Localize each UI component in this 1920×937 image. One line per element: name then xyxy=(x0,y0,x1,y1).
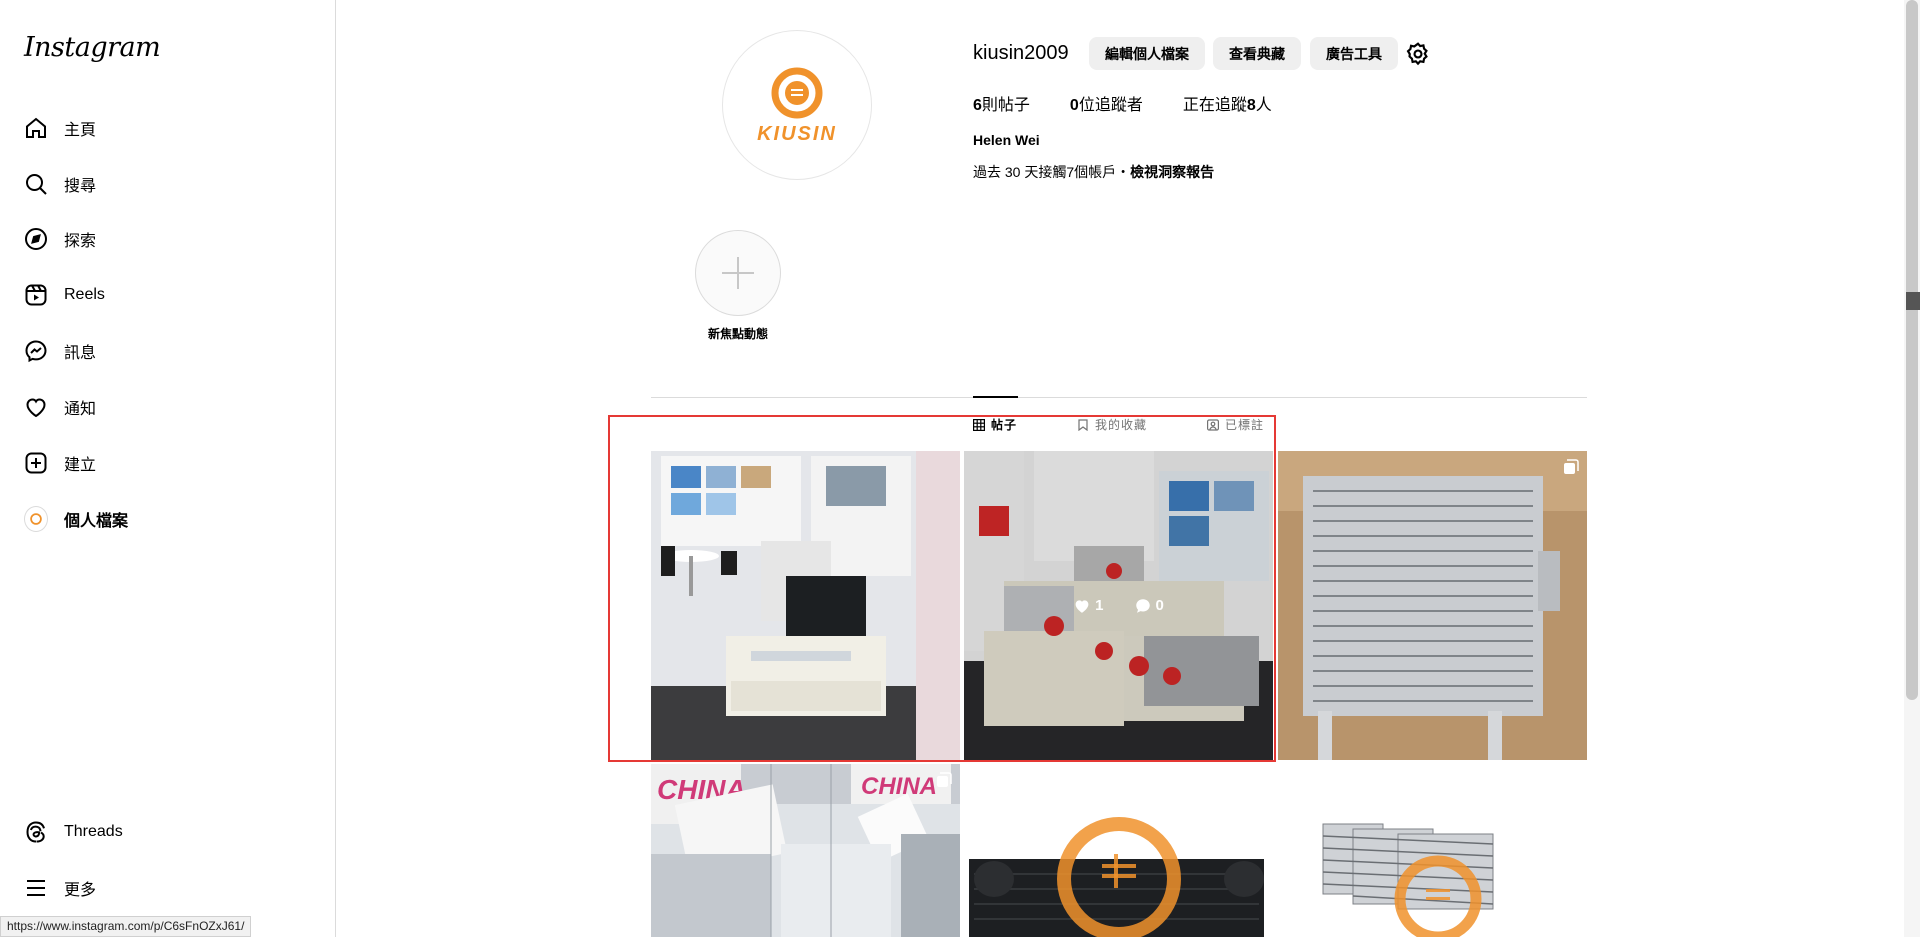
comments-count: 0 xyxy=(1134,597,1164,615)
sidebar-item-threads[interactable]: Threads xyxy=(12,808,322,856)
profile-stats: 6則帖子 0位追蹤者 正在追蹤8人 xyxy=(973,91,1272,115)
likes-count: 1 xyxy=(1073,597,1104,615)
tab-tagged[interactable]: 已標註 xyxy=(1207,416,1264,433)
search-icon xyxy=(24,172,48,196)
post-thumbnail[interactable] xyxy=(651,451,960,760)
home-icon xyxy=(24,116,48,140)
instagram-logo[interactable]: Instagram xyxy=(24,32,161,63)
sidebar-item-label: Reels xyxy=(64,286,105,303)
post-thumbnail[interactable]: 1 0 xyxy=(964,451,1273,760)
following-stat[interactable]: 正在追蹤8人 xyxy=(1183,91,1272,115)
kiusin-logo-icon xyxy=(771,67,823,118)
scrollbar-thumb[interactable] xyxy=(1906,0,1918,700)
sidebar-item-label: 主頁 xyxy=(64,122,97,139)
sidebar-item-label: 個人檔案 xyxy=(64,513,129,530)
sidebar-item-label: 通知 xyxy=(64,401,97,418)
sidebar-item-label: 建立 xyxy=(64,457,97,474)
sidebar-item-explore[interactable]: 探索 xyxy=(12,215,322,263)
threads-icon xyxy=(24,820,48,844)
posts-count-stat: 6則帖子 xyxy=(973,97,1030,114)
insights-summary: 過去 30 天接觸7個帳戶・檢視洞察報告 xyxy=(973,164,1215,180)
plus-square-icon xyxy=(24,451,48,475)
post-image xyxy=(1278,764,1587,937)
sidebar-item-profile[interactable]: 個人檔案 xyxy=(12,495,322,543)
settings-gear-icon[interactable] xyxy=(1404,40,1432,68)
post-thumbnail[interactable] xyxy=(964,764,1273,937)
comment-filled-icon xyxy=(1135,598,1150,613)
profile-avatar-icon xyxy=(24,506,48,532)
messenger-icon xyxy=(24,339,48,363)
sidebar-item-label: 搜尋 xyxy=(64,178,97,195)
post-hover-overlay: 1 0 xyxy=(964,451,1273,760)
new-highlight-button[interactable] xyxy=(695,230,781,316)
tagged-icon xyxy=(1207,418,1219,431)
tab-saved[interactable]: 我的收藏 xyxy=(1077,416,1147,433)
ad-tools-button[interactable]: 廣告工具 xyxy=(1310,37,1398,70)
profile-avatar-text: KIUSIN xyxy=(757,122,837,145)
post-image xyxy=(964,764,1273,937)
sidebar-item-more[interactable]: 更多 xyxy=(12,864,322,912)
menu-icon xyxy=(24,876,48,900)
edit-profile-button[interactable]: 編輯個人檔案 xyxy=(1089,37,1205,70)
sidebar-item-label: 更多 xyxy=(64,882,97,899)
sidebar-item-messages[interactable]: 訊息 xyxy=(12,327,322,375)
post-image xyxy=(651,451,960,760)
view-archive-button[interactable]: 查看典藏 xyxy=(1213,37,1301,70)
tab-label: 已標註 xyxy=(1225,418,1265,432)
reels-icon xyxy=(24,283,48,307)
profile-full-name: Helen Wei xyxy=(973,132,1040,148)
post-image: CHINA CHINA xyxy=(651,764,960,937)
heart-icon xyxy=(24,395,48,419)
sidebar-item-home[interactable]: 主頁 xyxy=(12,104,322,152)
active-tab-indicator xyxy=(973,396,1018,398)
sidebar-item-label: 訊息 xyxy=(64,345,97,362)
post-thumbnail[interactable] xyxy=(1278,764,1587,937)
svg-text:CHINA: CHINA xyxy=(861,773,937,800)
sidebar-item-label: Threads xyxy=(64,823,123,840)
multiple-images-icon xyxy=(1564,459,1579,474)
plus-icon xyxy=(722,257,754,289)
view-insights-link[interactable]: 檢視洞察報告 xyxy=(1130,164,1214,180)
grid-icon xyxy=(973,418,985,431)
status-bar-url: https://www.instagram.com/p/C6sFnOZxJ61/ xyxy=(0,916,252,937)
sidebar: Instagram 主頁 搜尋 探索 Reels 訊息 通知 建立 個人檔案 T… xyxy=(0,0,336,937)
profile-avatar[interactable]: KIUSIN xyxy=(722,30,872,180)
sidebar-item-label: 探索 xyxy=(64,233,97,250)
profile-username: kiusin2009 xyxy=(973,42,1069,64)
tab-label: 我的收藏 xyxy=(1095,418,1148,432)
followers-stat[interactable]: 0位追蹤者 xyxy=(1070,91,1143,115)
tab-label: 帖子 xyxy=(991,418,1018,432)
sidebar-item-notifications[interactable]: 通知 xyxy=(12,383,322,431)
multiple-images-icon xyxy=(937,772,952,787)
post-image xyxy=(1278,451,1587,760)
tab-posts[interactable]: 帖子 xyxy=(973,416,1017,433)
sidebar-item-search[interactable]: 搜尋 xyxy=(12,160,322,208)
heart-filled-icon xyxy=(1075,599,1089,613)
side-panel-tab[interactable] xyxy=(1906,292,1920,310)
post-thumbnail[interactable]: CHINA CHINA xyxy=(651,764,960,937)
post-thumbnail[interactable] xyxy=(1278,451,1587,760)
bookmark-icon xyxy=(1078,418,1088,431)
new-highlight-label: 新焦點動態 xyxy=(707,327,768,341)
tabs-divider xyxy=(651,397,1587,398)
compass-icon xyxy=(24,227,48,251)
sidebar-item-create[interactable]: 建立 xyxy=(12,439,322,487)
sidebar-item-reels[interactable]: Reels xyxy=(12,271,322,319)
